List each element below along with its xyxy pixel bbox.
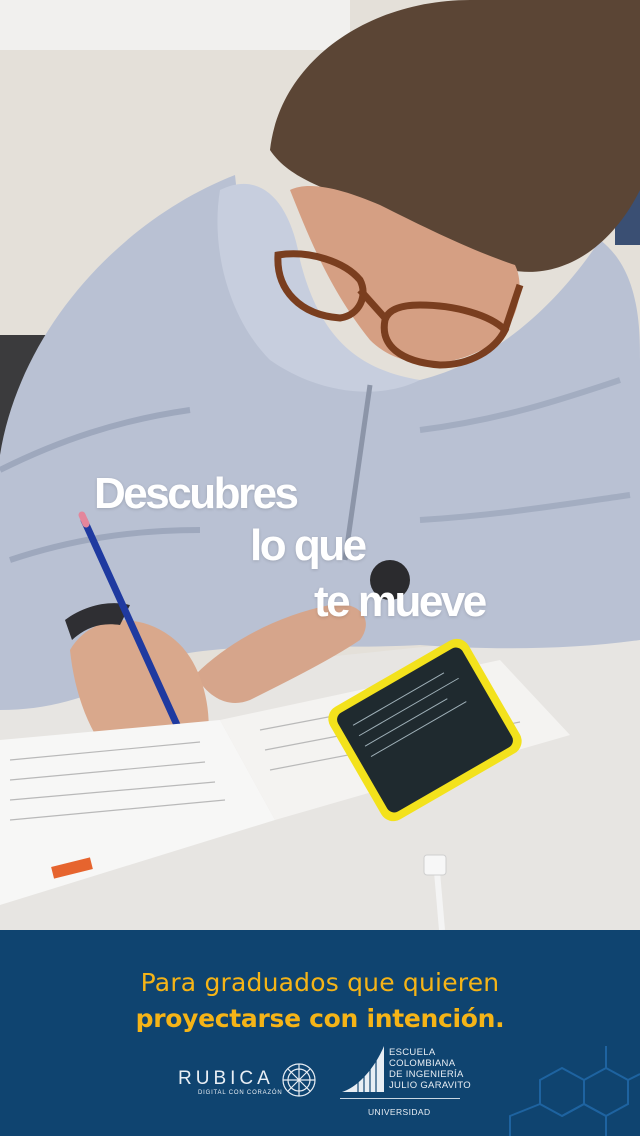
university-name-line-1: ESCUELA	[389, 1047, 436, 1058]
university-name-line-3: DE INGENIERÍA	[389, 1069, 464, 1080]
wall-poster	[0, 0, 350, 50]
hexagon-pattern	[509, 1046, 640, 1136]
tagline-line-1: Para graduados que quieren	[140, 968, 500, 997]
background-photo	[0, 0, 640, 930]
rubica-logo-subtitle: DIGITAL CON CORAZÓN	[198, 1090, 283, 1096]
university-divider	[340, 1098, 460, 1099]
university-logo-icon	[342, 1046, 384, 1092]
university-name-line-2: COLOMBIANA	[389, 1058, 456, 1069]
university-name-line-4: JULIO GARAVITO	[389, 1080, 471, 1091]
footer-banner: Para graduados que quieren proyectarse c…	[0, 930, 640, 1136]
smartwatch	[370, 560, 410, 600]
rubica-logo-icon	[282, 1063, 316, 1097]
rubica-logo-text: RUBICA	[178, 1068, 274, 1089]
tagline-line-2: proyectarse con intención.	[135, 1004, 505, 1033]
university-label: UNIVERSIDAD	[368, 1107, 431, 1117]
